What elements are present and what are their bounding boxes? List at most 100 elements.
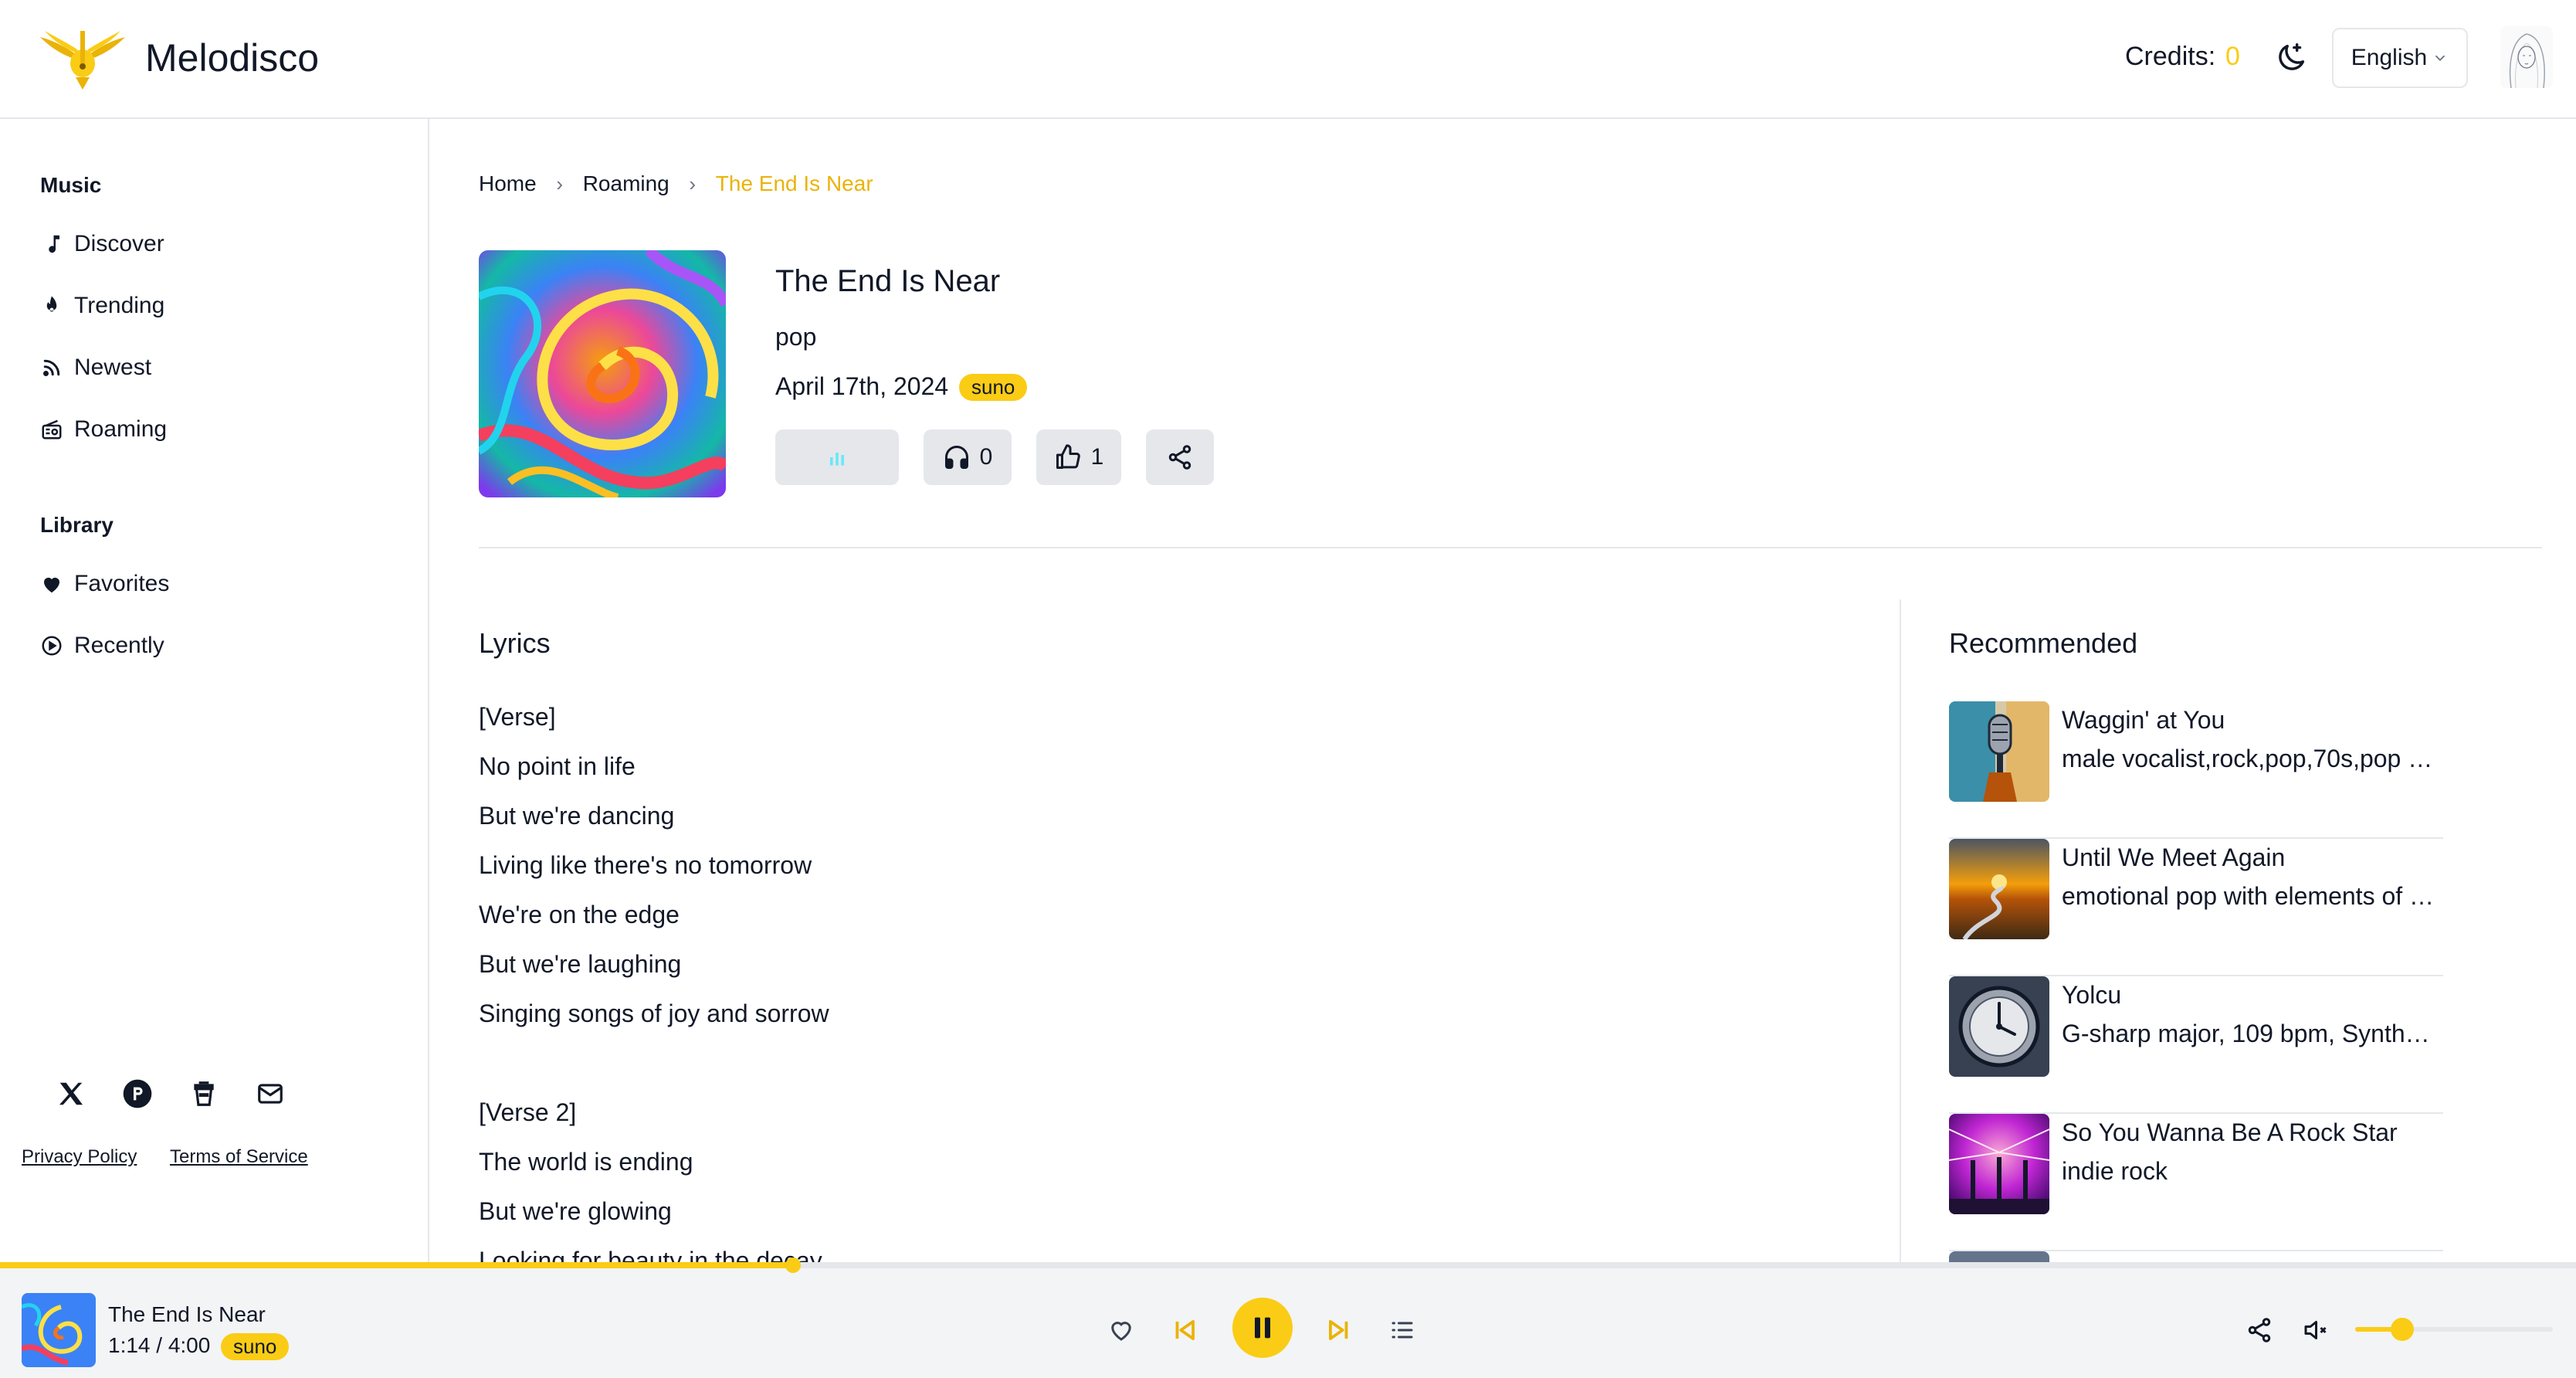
recommended-title: So You Wanna Be A Rock Star xyxy=(2062,1118,2398,1146)
x-icon xyxy=(59,1082,83,1105)
dark-mode-toggle[interactable] xyxy=(2273,40,2309,76)
section-divider xyxy=(479,547,2542,548)
player-share-button[interactable] xyxy=(2242,1313,2276,1347)
lyric-line: But we're laughing xyxy=(479,950,682,978)
sidebar-item-recently[interactable]: Recently xyxy=(40,626,380,665)
song-cover-art xyxy=(479,250,726,497)
playlist-button[interactable] xyxy=(1385,1313,1419,1347)
recommended-thumbnail xyxy=(1949,1251,2049,1262)
user-avatar[interactable] xyxy=(2500,26,2553,88)
sidebar-item-trending[interactable]: Trending xyxy=(40,287,380,325)
breadcrumb-home[interactable]: Home xyxy=(479,171,537,196)
music-note-icon xyxy=(49,235,59,253)
chevron-right-icon: › xyxy=(556,171,564,195)
recommended-item[interactable]: So You Wanna Be A Rock Star indie rock xyxy=(1949,1114,2443,1251)
recommended-item[interactable]: Waggin' at You male vocalist,rock,pop,70… xyxy=(1949,701,2443,839)
sidebar-item-label: Recently xyxy=(74,633,164,658)
equalizer-icon xyxy=(830,453,844,466)
previous-track-button[interactable] xyxy=(1168,1313,1202,1347)
recommended-item[interactable] xyxy=(1949,1251,2443,1262)
favorite-button[interactable] xyxy=(1104,1313,1138,1347)
sidebar-item-newest[interactable]: Newest xyxy=(40,348,380,387)
playing-button[interactable] xyxy=(775,429,899,485)
terms-of-service-link[interactable]: Terms of Service xyxy=(170,1146,308,1168)
lyric-line: We're on the edge xyxy=(479,901,680,928)
volume-handle[interactable] xyxy=(2391,1318,2415,1341)
breadcrumb: Home › Roaming › The End Is Near xyxy=(479,171,873,196)
recommended-description: G-sharp major, 109 bpm, Synthwave xyxy=(2062,1020,2440,1047)
chevron-down-icon xyxy=(2435,55,2446,62)
listen-count-button[interactable]: 0 xyxy=(924,429,1012,485)
player-song-title[interactable]: The End Is Near xyxy=(108,1302,266,1327)
brand-name[interactable]: Melodisco xyxy=(145,36,319,80)
lyric-line: Singing songs of joy and sorrow xyxy=(479,1000,829,1027)
progress-fill xyxy=(0,1262,794,1268)
rss-icon xyxy=(43,359,60,376)
recommended-thumbnail xyxy=(1949,701,2049,802)
progress-handle[interactable] xyxy=(785,1258,802,1273)
melodisco-logo[interactable] xyxy=(37,26,128,91)
recommended-item[interactable]: Yolcu G-sharp major, 109 bpm, Synthwave xyxy=(1949,976,2443,1114)
sidebar-item-discover[interactable]: Discover xyxy=(40,225,380,263)
buy-me-coffee-link[interactable] xyxy=(187,1077,221,1111)
privacy-policy-link[interactable]: Privacy Policy xyxy=(22,1146,137,1168)
email-link[interactable] xyxy=(253,1077,287,1111)
mail-icon xyxy=(258,1084,283,1104)
recommended-item[interactable]: Until We Meet Again emotional pop with e… xyxy=(1949,839,2443,976)
x-link[interactable] xyxy=(54,1077,88,1111)
sidebar-section-library: Library xyxy=(40,513,114,537)
fire-icon xyxy=(46,296,57,312)
volume-slider[interactable] xyxy=(2355,1318,2553,1341)
breadcrumb-roaming[interactable]: Roaming xyxy=(583,171,669,196)
pause-icon xyxy=(1255,1317,1270,1339)
language-label: English xyxy=(2351,45,2428,70)
recommended-description: male vocalist,rock,pop,70s,pop rock xyxy=(2062,745,2440,772)
lyric-line: [Verse] xyxy=(479,703,556,731)
chevron-right-icon: › xyxy=(689,171,697,195)
heart-icon xyxy=(44,577,59,593)
next-track-button[interactable] xyxy=(1322,1313,1356,1347)
sidebar-item-label: Newest xyxy=(74,355,152,380)
coffee-icon xyxy=(194,1081,214,1106)
share-icon xyxy=(1168,445,1191,470)
lyrics-content: [Verse] No point in life But we're danci… xyxy=(479,695,1869,1267)
radio-icon xyxy=(42,419,62,440)
lyric-line: [Verse 2] xyxy=(479,1098,577,1126)
moon-icon xyxy=(2279,43,2305,70)
pause-button[interactable] xyxy=(1232,1298,1293,1358)
sidebar-item-roaming[interactable]: Roaming xyxy=(40,410,380,449)
song-date: April 17th, 2024 xyxy=(775,372,949,400)
like-button[interactable]: 1 xyxy=(1036,429,1121,485)
language-selector[interactable]: English xyxy=(2332,28,2468,88)
progress-bar[interactable] xyxy=(0,1258,2576,1273)
recommended-thumbnail xyxy=(1949,976,2049,1077)
credits-label: Credits: xyxy=(2125,42,2216,71)
lyric-line: Living like there's no tomorrow xyxy=(479,851,812,879)
like-count: 1 xyxy=(1090,444,1104,470)
lyric-line: No point in life xyxy=(479,752,636,780)
player-time: 1:14 / 4:00 xyxy=(108,1333,211,1357)
skip-forward-icon xyxy=(1329,1320,1348,1340)
player-bar: The End Is Near 1:14 / 4:00 suno xyxy=(0,1258,2576,1378)
lyric-line: The world is ending xyxy=(479,1148,693,1176)
lyric-line xyxy=(479,1041,1869,1091)
song-title: The End Is Near xyxy=(775,264,1001,298)
sidebar-item-label: Discover xyxy=(74,231,164,256)
skip-back-icon xyxy=(1175,1320,1195,1340)
lyric-line: But we're glowing xyxy=(479,1197,672,1225)
lyric-line: But we're dancing xyxy=(479,802,675,830)
breadcrumb-current: The End Is Near xyxy=(715,171,873,195)
credits-value: 0 xyxy=(2225,42,2240,71)
source-badge: suno xyxy=(959,374,1028,401)
sidebar-item-label: Trending xyxy=(74,293,165,318)
sidebar-section-music: Music xyxy=(40,173,102,197)
listen-count: 0 xyxy=(979,444,993,470)
sidebar-item-favorites[interactable]: Favorites xyxy=(40,565,380,603)
recommended-thumbnail xyxy=(1949,839,2049,939)
volume-button[interactable] xyxy=(2298,1313,2332,1347)
product-hunt-link[interactable] xyxy=(120,1077,154,1111)
recommended-description: indie rock xyxy=(2062,1157,2168,1185)
share-button[interactable] xyxy=(1146,429,1214,485)
recommended-thumbnail xyxy=(1949,1114,2049,1214)
column-divider xyxy=(1900,599,1901,1262)
